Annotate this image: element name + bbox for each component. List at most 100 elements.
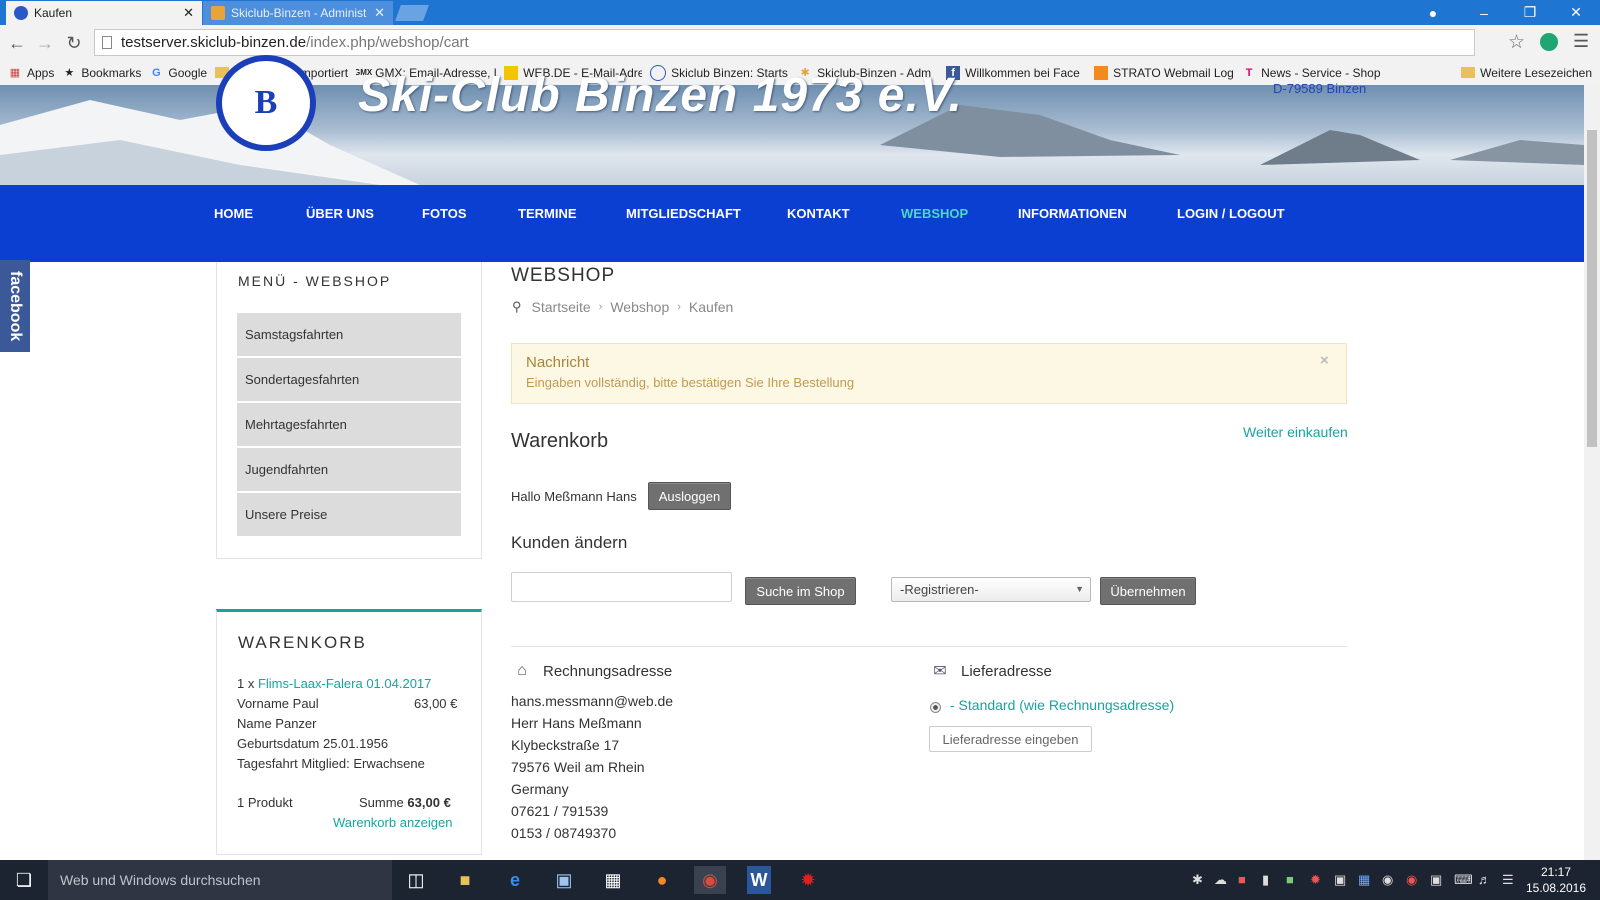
close-window-button[interactable]: ✕ xyxy=(1554,0,1598,25)
tray-app-icon[interactable]: ✹ xyxy=(1310,872,1321,888)
message-close-icon[interactable]: × xyxy=(1320,352,1329,369)
nav-informationen[interactable]: INFORMATIONEN xyxy=(1018,206,1127,221)
sidebar-item-samstagsfahrten[interactable]: Samstagsfahrten xyxy=(237,313,461,356)
bluetooth-icon[interactable]: ✱ xyxy=(1192,872,1203,888)
bookmark-strato[interactable]: STRATO Webmail Log xyxy=(1094,65,1234,80)
tray-app-icon[interactable]: ■ xyxy=(1238,872,1246,887)
clock-time: 21:17 xyxy=(1540,865,1572,879)
bookmark-star-icon[interactable]: ☆ xyxy=(1508,31,1525,54)
facebook-side-tab[interactable]: facebook xyxy=(0,260,30,352)
back-arrow-icon[interactable]: ← xyxy=(7,33,27,53)
house-icon: ⌂ xyxy=(517,662,527,679)
tab-kaufen[interactable]: Kaufen ✕ xyxy=(6,1,202,25)
enter-delivery-address-button[interactable]: Lieferadresse eingeben xyxy=(929,726,1092,752)
nav-kontakt[interactable]: KONTAKT xyxy=(787,206,850,221)
bookmark-google[interactable]: G Google xyxy=(149,66,207,80)
close-tab-icon[interactable]: ✕ xyxy=(374,5,385,21)
apps-grid-icon: ▦ xyxy=(9,67,21,79)
extension-icon[interactable] xyxy=(1540,33,1558,51)
breadcrumb-webshop[interactable]: Webshop xyxy=(610,299,669,315)
billing-street: Klybeckstraße 17 xyxy=(511,737,620,753)
scrollbar-thumb[interactable] xyxy=(1587,130,1597,447)
chrome-icon[interactable]: ◉ xyxy=(694,866,726,894)
file-explorer-icon[interactable]: ■ xyxy=(449,866,481,894)
battery-icon[interactable]: ▮ xyxy=(1262,872,1269,888)
notifications-icon[interactable]: ☰ xyxy=(1502,872,1514,888)
user-profile-icon[interactable]: ● xyxy=(1418,0,1448,25)
nav-home[interactable]: HOME xyxy=(214,206,253,221)
other-bookmarks[interactable]: Weitere Lesezeichen xyxy=(1461,66,1592,80)
nav-termine[interactable]: TERMINE xyxy=(518,206,577,221)
page-icon xyxy=(102,36,112,49)
tray-app-icon[interactable]: ▣ xyxy=(1334,872,1346,888)
standard-address-radio[interactable] xyxy=(930,702,941,713)
task-view-icon[interactable]: ◫ xyxy=(400,866,432,894)
logout-button[interactable]: Ausloggen xyxy=(648,482,731,510)
cart-last-name: Name Panzer xyxy=(237,716,317,731)
sidebar-item-jugendfahrten[interactable]: Jugendfahrten xyxy=(237,448,461,491)
billing-phone: 07621 / 791539 xyxy=(511,803,609,819)
volume-icon[interactable]: ♬ xyxy=(1478,872,1491,887)
tray-app-icon[interactable]: ▦ xyxy=(1358,872,1370,888)
tray-app-icon[interactable]: ◉ xyxy=(1406,872,1417,888)
edge-browser-icon[interactable]: e xyxy=(499,866,531,894)
show-cart-link[interactable]: Warenkorb anzeigen xyxy=(333,815,452,830)
apply-button[interactable]: Übernehmen xyxy=(1100,577,1196,605)
shop-search-button[interactable]: Suche im Shop xyxy=(745,577,856,605)
sidebar-item-mehrtagesfahrten[interactable]: Mehrtagesfahrten xyxy=(237,403,461,446)
nav-ueber-uns[interactable]: ÜBER UNS xyxy=(306,206,374,221)
customer-search-input[interactable] xyxy=(511,572,732,602)
new-tab-button[interactable] xyxy=(395,5,429,21)
tab-skiclub-admin[interactable]: Skiclub-Binzen - Administ ✕ xyxy=(203,1,393,25)
windows-start-icon[interactable]: ❏ xyxy=(0,860,48,900)
billing-email: hans.messmann@web.de xyxy=(511,693,674,709)
bookmark-facebook[interactable]: f Willkommen bei Face xyxy=(946,65,1086,80)
cart-heading: Warenkorb xyxy=(511,430,609,452)
nav-login-logout[interactable]: LOGIN / LOGOUT xyxy=(1177,206,1285,221)
taskbar-search[interactable]: Web und Windows durchsuchen xyxy=(48,860,392,900)
forward-arrow-icon[interactable]: → xyxy=(35,33,55,53)
delivery-address-heading: ✉ Lieferadresse xyxy=(929,661,1052,681)
continue-shopping-link[interactable]: Weiter einkaufen xyxy=(1243,424,1348,440)
nav-fotos[interactable]: FOTOS xyxy=(422,206,467,221)
computer-icon[interactable]: ▣ xyxy=(548,866,580,894)
taskbar-search-placeholder: Web und Windows durchsuchen xyxy=(60,872,261,888)
taskbar-clock[interactable]: 21:17 15.08.2016 xyxy=(1520,864,1592,896)
greeting-text: Hallo Meßmann Hans xyxy=(511,489,637,504)
bookmark-label: Apps xyxy=(27,65,55,80)
network-icon[interactable]: ▣ xyxy=(1430,872,1442,888)
bookmark-telekom[interactable]: T News - Service - Shop xyxy=(1242,66,1382,80)
cloud-icon[interactable]: ☁ xyxy=(1214,872,1227,888)
nav-webshop[interactable]: WEBSHOP xyxy=(901,206,968,221)
firefox-icon[interactable]: ● xyxy=(646,866,678,894)
tray-app-icon[interactable]: ■ xyxy=(1286,872,1294,887)
bookmark-apps[interactable]: ▦ Apps xyxy=(8,65,55,80)
nav-mitgliedschaft[interactable]: MITGLIEDSCHAFT xyxy=(626,206,741,221)
breadcrumb-startseite[interactable]: Startseite xyxy=(532,299,591,315)
sidebar-item-sondertagesfahrten[interactable]: Sondertagesfahrten xyxy=(237,358,461,401)
sidebar-cart-title: WARENKORB xyxy=(238,633,367,652)
keyboard-icon[interactable]: ⌨ xyxy=(1454,872,1473,888)
facebook-tab-label: facebook xyxy=(7,270,24,342)
app-icon[interactable]: ✹ xyxy=(792,866,824,894)
cart-item-price: 63,00 € xyxy=(414,696,458,711)
cart-product-link[interactable]: Flims-Laax-Falera 01.04.2017 xyxy=(258,676,431,691)
word-icon[interactable]: W xyxy=(747,866,771,894)
cart-product-count: 1 Produkt xyxy=(237,795,293,810)
tray-app-icon[interactable]: ◉ xyxy=(1382,872,1393,888)
store-icon[interactable]: ▦ xyxy=(597,866,629,894)
close-tab-icon[interactable]: ✕ xyxy=(183,5,194,21)
tab-label: Kaufen xyxy=(34,6,73,20)
club-logo[interactable]: B xyxy=(216,55,316,151)
standard-address-label[interactable]: - Standard (wie Rechnungsadresse) xyxy=(950,697,1174,713)
reload-icon[interactable]: ↻ xyxy=(64,33,84,53)
bookmark-bookmarks[interactable]: ★ Bookmarks xyxy=(62,66,141,80)
address-bar[interactable]: testserver.skiclub-binzen.de/index.php/w… xyxy=(94,29,1475,56)
menu-hamburger-icon[interactable]: ☰ xyxy=(1573,31,1589,52)
restore-button[interactable]: ❐ xyxy=(1508,0,1552,25)
minimize-button[interactable]: – xyxy=(1462,0,1506,25)
folder-icon xyxy=(1461,67,1476,78)
sidebar-item-unsere-preise[interactable]: Unsere Preise xyxy=(237,493,461,536)
bookmark-label: Willkommen bei Face xyxy=(965,65,1080,80)
register-select[interactable]: -Registrieren- ▼ xyxy=(891,577,1091,602)
